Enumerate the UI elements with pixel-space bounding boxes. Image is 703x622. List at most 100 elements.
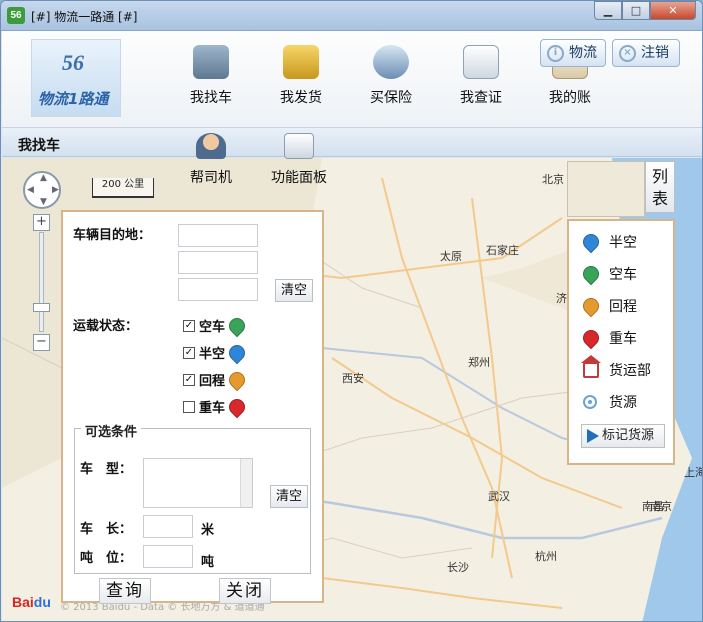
- legend-item-return[interactable]: 回程: [579, 294, 637, 318]
- user-icon: i: [547, 45, 564, 62]
- user-button[interactable]: i 物流: [540, 39, 606, 67]
- map-pan-control[interactable]: ▲ ▼ ◀ ▶: [23, 171, 61, 209]
- id-card-icon: [463, 45, 499, 79]
- truck-search-panel: 车辆目的地： 清空 运载状态： ✓ 空车 ✓ 半空 ✓ 回程 重车 可选条件 车…: [61, 210, 324, 604]
- checkbox-mark: [183, 400, 195, 413]
- toolbar-verify-button[interactable]: 我查证: [449, 45, 513, 107]
- vehicle-type-clear-button[interactable]: 清空: [270, 485, 308, 508]
- legend-item-cargo-source[interactable]: 货源: [583, 391, 637, 413]
- toolbar-item-label: 我找车: [190, 90, 232, 106]
- checkbox-mark: ✓: [183, 346, 195, 359]
- legend-item-label: 回程: [609, 299, 637, 315]
- app-icon: 56: [7, 7, 25, 24]
- close-window-button[interactable]: ✕: [650, 1, 696, 20]
- insurance-badge-icon: [373, 45, 409, 79]
- destination-clear-button[interactable]: 清空: [275, 279, 313, 302]
- status-option-label: 半空: [199, 347, 226, 362]
- toolbar-item-label: 我的账: [549, 90, 591, 106]
- user-button-label: 物流: [569, 45, 597, 61]
- destination-city-input[interactable]: [178, 251, 258, 274]
- legend-item-label: 重车: [609, 331, 637, 347]
- map-city-label: 南昌: [642, 500, 664, 513]
- close-panel-button[interactable]: 关闭: [219, 578, 271, 604]
- section-title: 我找车: [18, 138, 60, 154]
- freight-office-icon: [581, 355, 601, 378]
- map-legend-panel: 半空 空车 回程 重车 货运部 货源 标记货源: [567, 219, 675, 465]
- mark-cargo-source-button[interactable]: 标记货源: [581, 424, 665, 448]
- logout-icon: ×: [619, 45, 636, 62]
- legend-item-label: 半空: [609, 235, 637, 251]
- zoom-slider-handle[interactable]: [33, 303, 50, 312]
- legend-item-label: 货源: [609, 395, 637, 411]
- blue-pin-icon: [579, 230, 603, 254]
- tonnage-input[interactable]: [143, 545, 193, 568]
- toolbar-item-label: 我发货: [280, 90, 322, 106]
- driver-icon: [196, 133, 226, 159]
- title-bar[interactable]: 56 [#] 物流一路通 [#] ▁ □ ✕: [1, 1, 702, 31]
- cargo-box-icon: [283, 45, 319, 79]
- logo-number: 56: [62, 50, 84, 75]
- minimize-button[interactable]: ▁: [594, 1, 622, 20]
- window-title: [#] 物流一路通 [#]: [31, 10, 138, 24]
- map-city-label: 郑州: [468, 356, 490, 369]
- panel-icon: [284, 133, 314, 159]
- app-window: 56 [#] 物流一路通 [#] ▁ □ ✕ 56 物流1路通 我找车 我发货 …: [0, 0, 703, 622]
- map-city-label: 上海: [684, 466, 702, 479]
- vehicle-length-label: 车 长：: [80, 522, 133, 537]
- app-logo: 56 物流1路通: [31, 39, 121, 117]
- zoom-in-button[interactable]: +: [33, 214, 50, 231]
- status-label: 运载状态：: [73, 319, 139, 334]
- status-loaded-checkbox[interactable]: 重车: [183, 395, 249, 418]
- map-city-label: 武汉: [488, 490, 510, 503]
- green-pin-icon: [225, 314, 249, 337]
- section-header: 我找车: [2, 128, 702, 157]
- status-option-label: 重车: [199, 401, 226, 416]
- tonnage-label: 吨 位：: [80, 551, 133, 566]
- overview-minimap[interactable]: [567, 161, 645, 217]
- toolbar-insurance-button[interactable]: 买保险: [359, 45, 423, 107]
- mark-cargo-source-label: 标记货源: [602, 428, 655, 443]
- map-city-label: 石家庄: [486, 244, 519, 257]
- vehicle-type-scrollbar[interactable]: [240, 459, 252, 507]
- legend-item-freight-office[interactable]: 货运部: [581, 355, 651, 381]
- destination-province-input[interactable]: [178, 224, 258, 247]
- help-driver-button[interactable]: 帮司机: [176, 133, 246, 187]
- map-city-label: 西安: [342, 372, 364, 385]
- legend-item-half[interactable]: 半空: [579, 230, 637, 254]
- maximize-button[interactable]: □: [622, 1, 650, 20]
- map-view[interactable]: 北京 太原 石家庄 济南 郑州 西安 武汉 合肥 杭州 长沙 南京 上海 银川 …: [2, 158, 702, 621]
- toolbar-ship-goods-button[interactable]: 我发货: [269, 45, 333, 107]
- help-driver-label: 帮司机: [190, 170, 232, 186]
- main-toolbar: 56 物流1路通 我找车 我发货 买保险 我查证 我的账 i 物流 × 注销: [2, 31, 702, 128]
- vehicle-type-textarea[interactable]: [143, 458, 253, 508]
- tonnage-unit: 吨: [201, 555, 215, 570]
- function-panel-button[interactable]: 功能面板: [264, 133, 334, 187]
- toolbar-item-label: 我查证: [460, 90, 502, 106]
- length-unit: 米: [201, 523, 215, 538]
- zoom-out-button[interactable]: −: [33, 334, 50, 351]
- optional-conditions-title: 可选条件: [81, 421, 142, 440]
- destination-label: 车辆目的地：: [73, 228, 152, 243]
- toolbar-find-truck-button[interactable]: 我找车: [179, 45, 243, 107]
- logout-button-label: 注销: [641, 45, 669, 61]
- status-option-label: 空车: [199, 320, 226, 335]
- map-city-label: 杭州: [535, 550, 557, 563]
- green-pin-icon: [579, 262, 603, 286]
- orange-pin-icon: [225, 368, 249, 391]
- status-empty-checkbox[interactable]: ✓ 空车: [183, 314, 249, 337]
- legend-item-loaded[interactable]: 重车: [579, 326, 637, 350]
- logout-button[interactable]: × 注销: [612, 39, 680, 67]
- vehicle-length-input[interactable]: [143, 515, 193, 538]
- legend-item-label: 货运部: [609, 363, 651, 379]
- cursor-arrow-icon: [587, 429, 599, 443]
- query-button[interactable]: 查询: [99, 578, 151, 604]
- destination-district-input[interactable]: [178, 278, 258, 301]
- legend-item-empty[interactable]: 空车: [579, 262, 637, 286]
- status-half-checkbox[interactable]: ✓ 半空: [183, 341, 249, 364]
- list-toggle-button[interactable]: 列表: [645, 161, 675, 213]
- status-return-checkbox[interactable]: ✓ 回程: [183, 368, 249, 391]
- blue-pin-icon: [225, 341, 249, 364]
- status-option-label: 回程: [199, 374, 226, 389]
- zoom-slider-track[interactable]: [39, 232, 44, 332]
- map-city-label: 北京: [542, 173, 564, 186]
